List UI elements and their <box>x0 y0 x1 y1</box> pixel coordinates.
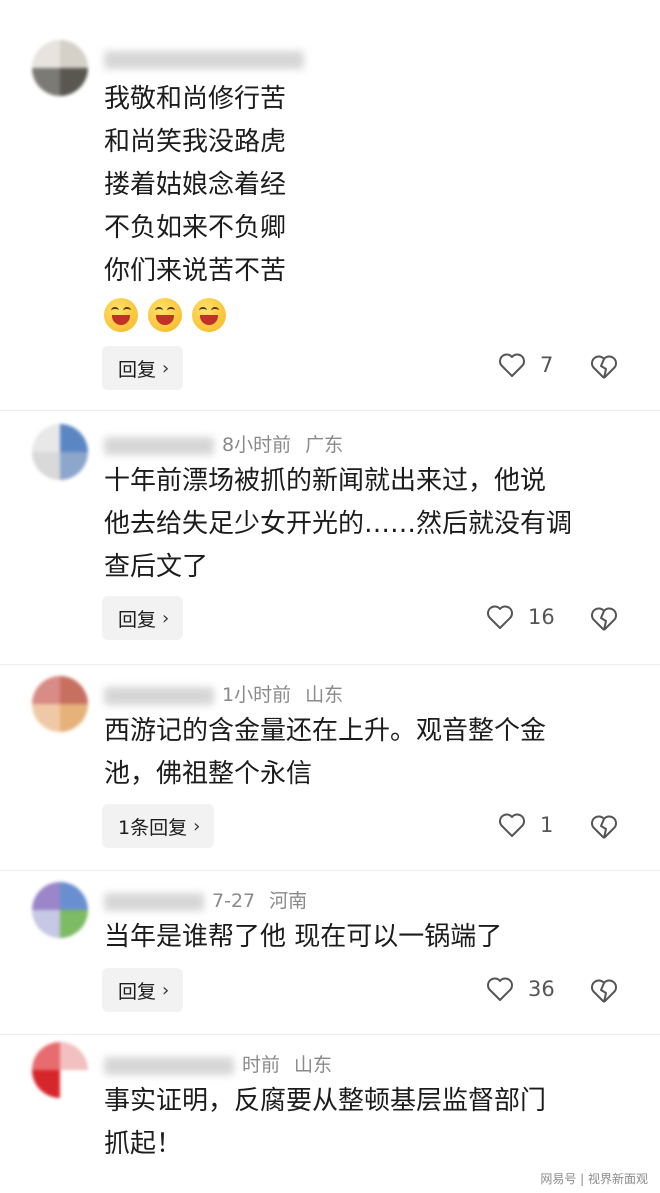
heart-icon <box>499 353 525 377</box>
avatar[interactable] <box>32 40 88 96</box>
emoji-row <box>104 298 226 332</box>
comment-time: 时前 <box>242 1054 281 1076</box>
comment-meta <box>104 48 312 70</box>
avatar[interactable] <box>32 676 88 732</box>
reply-button-label: 回复 <box>118 358 157 381</box>
avatar[interactable] <box>32 1042 88 1098</box>
heart-icon <box>487 605 513 629</box>
reply-button[interactable]: 1条回复 › <box>102 804 215 848</box>
comment-text: 当年是谁帮了他 现在可以一锅端了 <box>104 922 503 952</box>
grinning-emoji-icon <box>104 298 138 332</box>
grinning-emoji-icon <box>192 298 226 332</box>
reply-button-label: 1条回复 <box>118 816 188 839</box>
like-count: 16 <box>528 605 555 629</box>
chevron-right-icon: › <box>193 815 201 837</box>
comment-meta: 1小时前 山东 <box>104 680 343 707</box>
reply-button-label: 回复 <box>118 980 157 1003</box>
reply-button[interactable]: 回复 › <box>102 346 184 390</box>
broken-heart-icon[interactable] <box>590 606 618 632</box>
comment-time: 8小时前 <box>222 434 292 456</box>
comment-text: 西游记的含金量还在上升。观音整个金 池，佛祖整个永信 <box>104 716 547 789</box>
comment-time: 1小时前 <box>222 684 292 706</box>
comment-meta: 8小时前 广东 <box>104 430 343 457</box>
divider <box>0 870 660 871</box>
comment-text: 我敬和尚修行苦 和尚笑我没路虎 搂着姑娘念着经 不负如来不负卿 你们来说苦不苦 <box>104 84 287 286</box>
like-button[interactable]: 16 <box>486 604 555 630</box>
comment-region: 河南 <box>269 890 308 912</box>
broken-heart-icon[interactable] <box>590 354 618 380</box>
comment-meta: 7-27 河南 <box>104 886 307 913</box>
reply-button[interactable]: 回复 › <box>102 596 184 640</box>
comment-text: 十年前漂场被抓的新闻就出来过，他说 他去给失足少女开光的……然后就没有调 查后文… <box>104 466 573 582</box>
divider <box>0 1034 660 1035</box>
broken-heart-icon[interactable] <box>590 978 618 1004</box>
like-button[interactable]: 7 <box>498 352 553 378</box>
like-button[interactable]: 1 <box>498 812 553 838</box>
like-button[interactable]: 36 <box>486 976 555 1002</box>
reply-button[interactable]: 回复 › <box>102 968 184 1012</box>
grinning-emoji-icon <box>148 298 182 332</box>
divider <box>0 410 660 411</box>
chevron-right-icon: › <box>162 607 170 629</box>
comment-text: 事实证明，反腐要从整顿基层监督部门 抓起！ <box>104 1086 547 1159</box>
heart-icon <box>487 977 513 1001</box>
comment-region: 广东 <box>305 434 344 456</box>
like-count: 36 <box>528 977 555 1001</box>
comment-meta: 时前 山东 <box>104 1050 332 1077</box>
chevron-right-icon: › <box>162 979 170 1001</box>
like-count: 7 <box>540 353 554 377</box>
divider <box>0 664 660 665</box>
comment-time: 7-27 <box>212 890 256 912</box>
chevron-right-icon: › <box>162 357 170 379</box>
reply-button-label: 回复 <box>118 608 157 631</box>
broken-heart-icon[interactable] <box>590 814 618 840</box>
like-count: 1 <box>540 813 554 837</box>
watermark: 网易号 | 视界新面观 <box>540 1172 648 1186</box>
heart-icon <box>499 813 525 837</box>
avatar[interactable] <box>32 882 88 938</box>
comment-region: 山东 <box>294 1054 333 1076</box>
comment-region: 山东 <box>305 684 344 706</box>
avatar[interactable] <box>32 424 88 480</box>
